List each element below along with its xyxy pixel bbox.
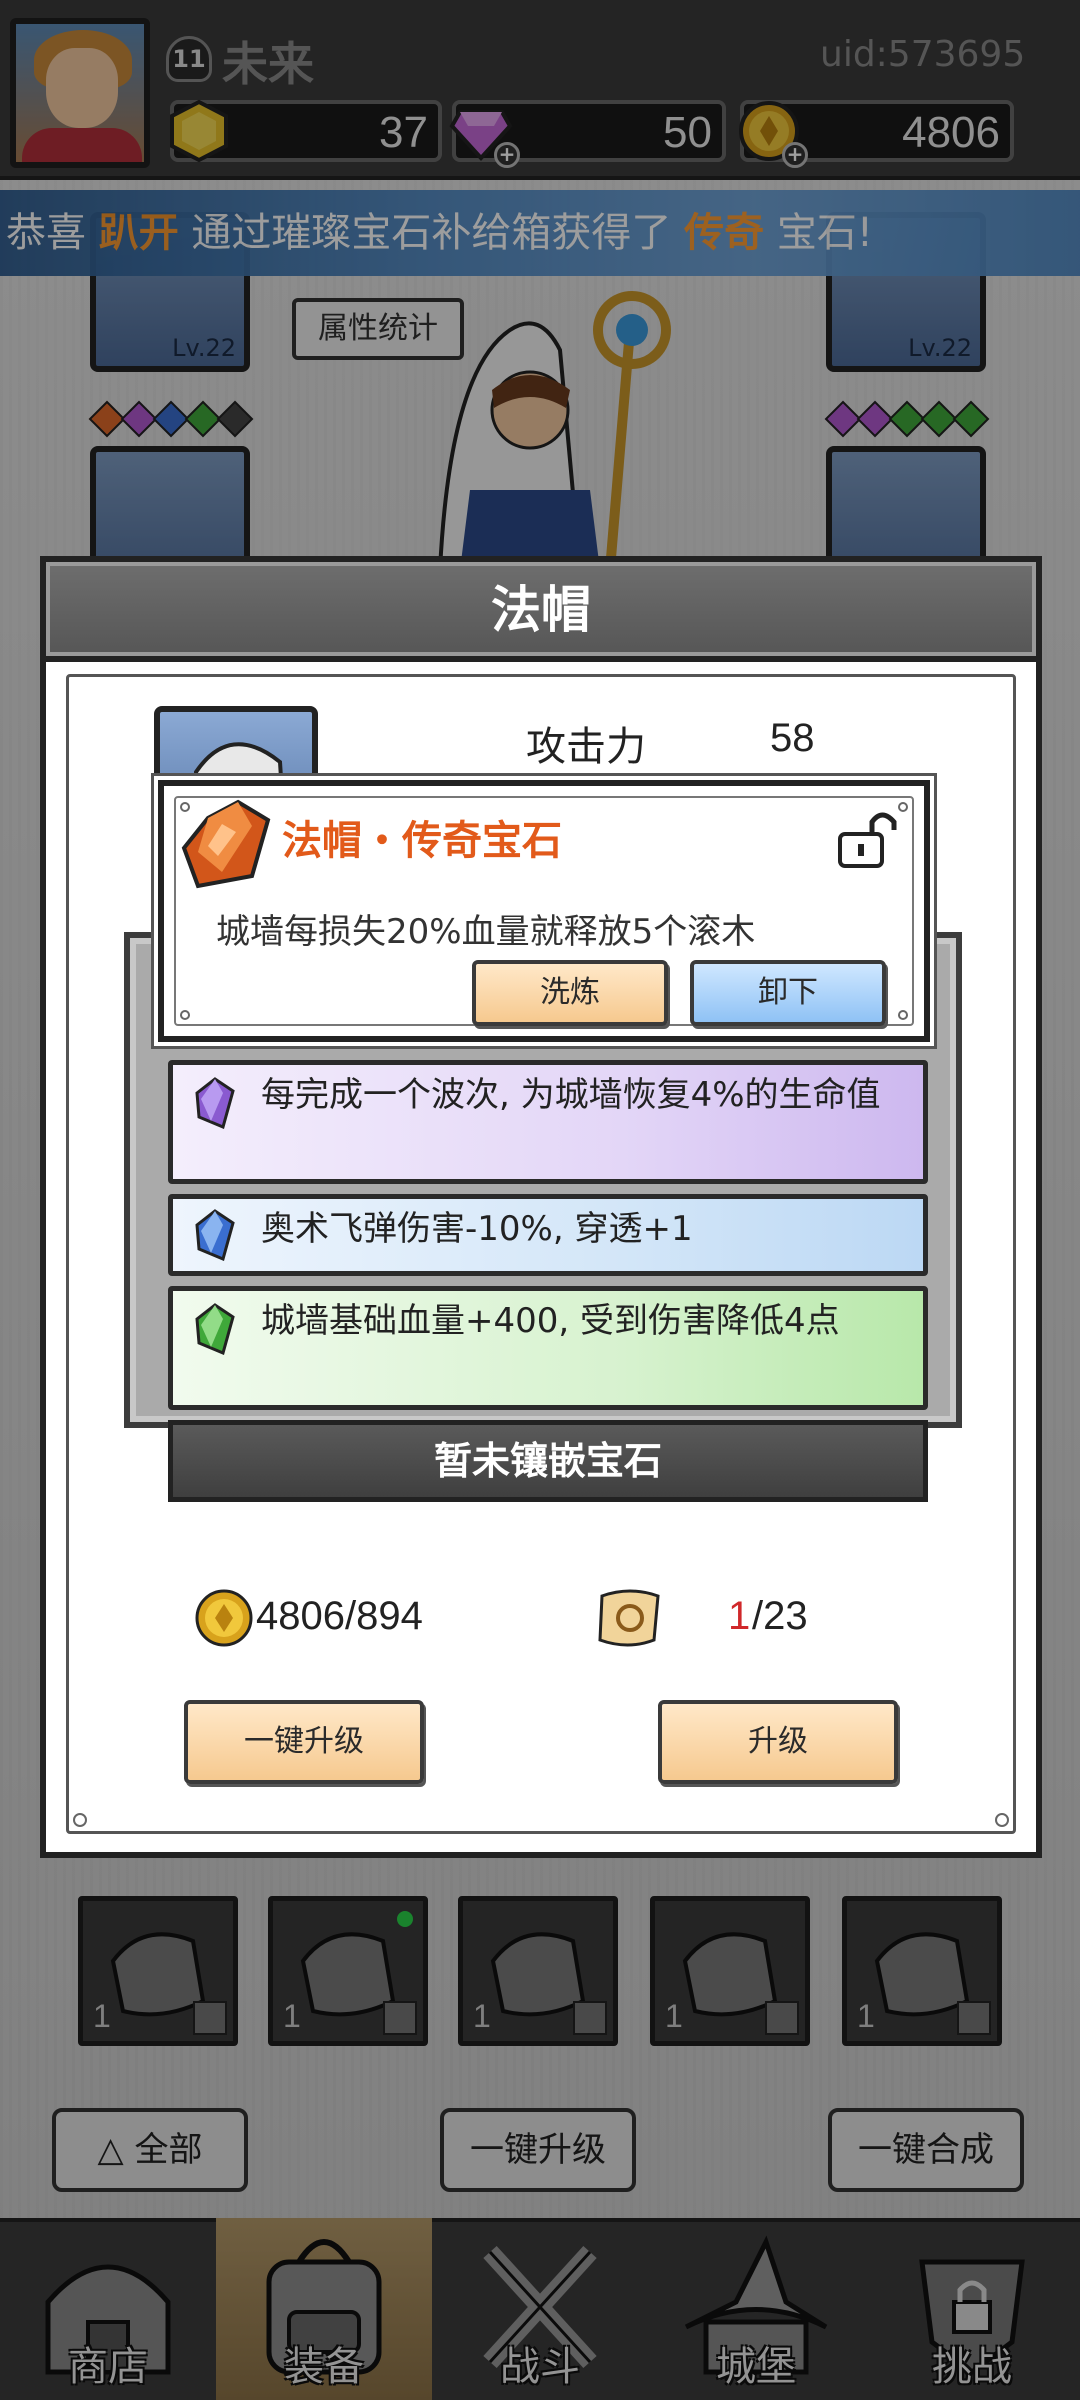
refine-button[interactable]: 洗炼 <box>472 960 668 1026</box>
upgrade-button[interactable]: 升级 <box>658 1700 898 1784</box>
gem-effect-text: 城墙基础血量+400, 受到伤害降低4点 <box>261 1301 840 1341</box>
gem-effect-green[interactable]: 城墙基础血量+400, 受到伤害降低4点 <box>168 1286 928 1410</box>
blue-gem-icon <box>195 1209 235 1261</box>
modal-title: 法帽 <box>491 581 591 639</box>
gem-effect-text: 奥术飞弹伤害-10%, 穿透+1 <box>261 1209 693 1249</box>
modal-title-bar: 法帽 <box>46 562 1036 662</box>
gold-cost: 4806/894 <box>256 1594 423 1638</box>
green-gem-icon <box>195 1303 235 1355</box>
gem-effect-text: 每完成一个波次, 为城墙恢复4%的生命值 <box>261 1075 881 1115</box>
scroll-icon <box>598 1589 660 1647</box>
gem-effect-blue[interactable]: 奥术飞弹伤害-10%, 穿透+1 <box>168 1194 928 1276</box>
empty-gem-socket[interactable]: 暂未镶嵌宝石 <box>168 1420 928 1502</box>
gem-effect-purple[interactable]: 每完成一个波次, 为城墙恢复4%的生命值 <box>168 1060 928 1184</box>
corner-rivet <box>73 1813 87 1827</box>
legendary-gem-popup: 法帽・传奇宝石 城墙每损失20%血量就释放5个滚木 洗炼 卸下 <box>158 780 930 1042</box>
scroll-required: /23 <box>752 1594 808 1638</box>
purple-gem-icon <box>195 1077 235 1129</box>
unlock-icon[interactable] <box>832 804 904 872</box>
attack-label: 攻击力 <box>526 724 646 770</box>
attack-value: 58 <box>770 716 815 760</box>
unequip-button[interactable]: 卸下 <box>690 960 886 1026</box>
one-click-upgrade-button[interactable]: 一键升级 <box>184 1700 424 1784</box>
item-detail-modal: 法帽 攻击力 58 每完成一个波次, 为城墙恢复4%的生命值 奥术飞弹伤害-10… <box>40 556 1042 1858</box>
gem-popup-description: 城墙每损失20%血量就释放5个滚木 <box>216 912 756 952</box>
orange-gem-icon <box>181 799 271 889</box>
coin-icon <box>195 1589 253 1647</box>
scroll-owned: 1 <box>728 1594 751 1638</box>
gem-popup-title: 法帽・传奇宝石 <box>282 818 562 864</box>
corner-rivet <box>995 1813 1009 1827</box>
